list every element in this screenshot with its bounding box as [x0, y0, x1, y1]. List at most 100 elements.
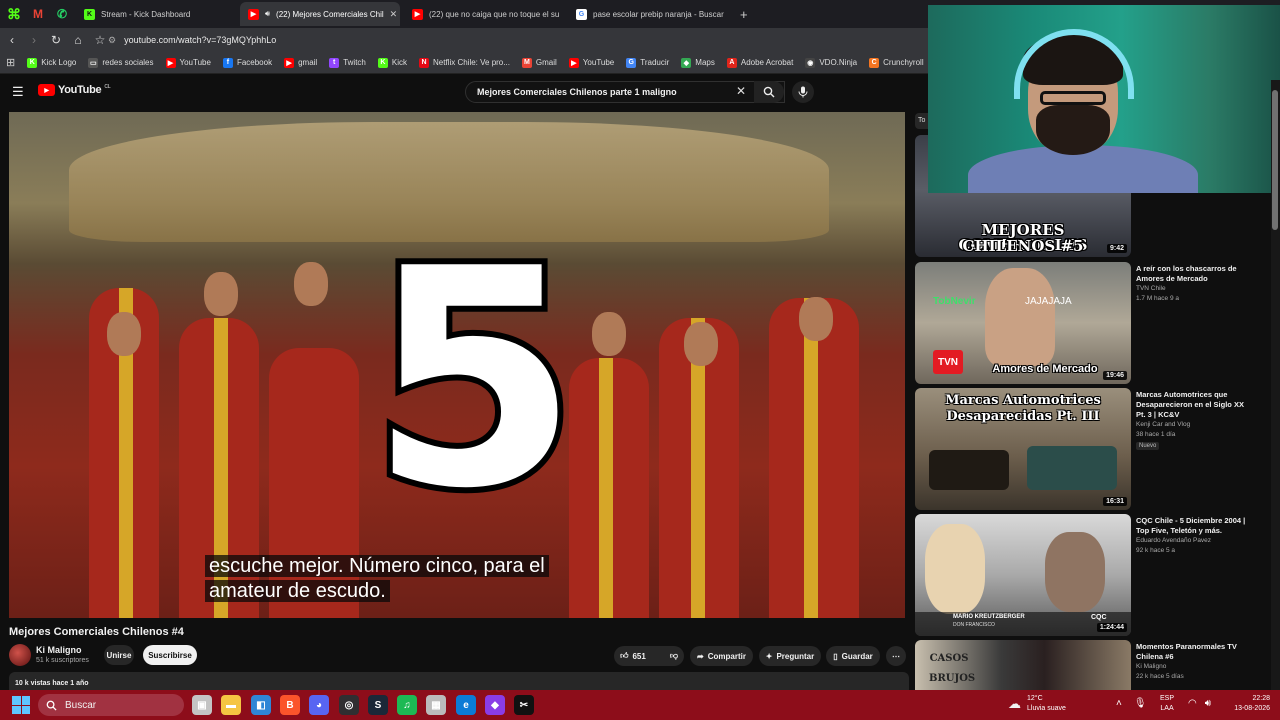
- spotify-icon[interactable]: ♫: [397, 695, 417, 715]
- chevron-up-icon[interactable]: ˄: [1116, 698, 1122, 709]
- cloud-rain-icon: ☁: [1008, 696, 1021, 711]
- more-actions-button[interactable]: ⋯: [886, 646, 906, 666]
- recommendation-title[interactable]: Momentos Paranormales TV Chilena #6: [1136, 642, 1254, 662]
- hamburger-menu-icon[interactable]: ☰: [12, 84, 24, 100]
- youtube-logo[interactable]: ▶ YouTube CL: [38, 84, 111, 96]
- file-explorer-icon[interactable]: ▬: [221, 695, 241, 715]
- bookmark-item[interactable]: ▶ YouTube: [160, 57, 217, 68]
- share-button[interactable]: ➦ Compartir: [690, 646, 753, 666]
- discord-icon[interactable]: ◕: [309, 695, 329, 715]
- bookmark-item[interactable]: C Crunchyroll: [863, 57, 929, 68]
- bookmark-item[interactable]: ▶ YouTube: [563, 57, 620, 68]
- bookmark-label: Netflix Chile: Ve pro...: [433, 58, 510, 67]
- bookmark-favicon-icon: G: [626, 57, 637, 68]
- back-icon[interactable]: ‹: [2, 30, 22, 50]
- weather-widget[interactable]: ☁ 12°C Lluvia suave: [1008, 694, 1066, 714]
- sparkle-icon: ✦: [765, 651, 773, 661]
- obs-icon[interactable]: ◎: [339, 695, 359, 715]
- voice-search-button[interactable]: [792, 81, 814, 103]
- video-player[interactable]: 5 escuche mejor. Número cinco, para el a…: [9, 112, 905, 618]
- tab-youtube-active[interactable]: ▶ 🔊︎ (22) Mejores Comerciales Chil ✕: [240, 2, 400, 26]
- recommendation-channel[interactable]: Kenji Car and Vlog: [1136, 421, 1190, 428]
- bookmark-item[interactable]: G Traducir: [620, 57, 675, 68]
- close-tab-icon[interactable]: ✕: [390, 9, 398, 20]
- like-button[interactable]: 👍︎ 651: [612, 646, 654, 666]
- lang-primary: ESP: [1160, 695, 1175, 702]
- vpn-icon[interactable]: ◆: [485, 695, 505, 715]
- home-icon[interactable]: ⌂: [68, 30, 88, 50]
- clear-search-icon[interactable]: ✕: [736, 84, 746, 98]
- ask-button[interactable]: ✦ Preguntar: [759, 646, 821, 666]
- task-view-icon[interactable]: ▣: [192, 695, 212, 715]
- thumbnail-person: [985, 268, 1055, 366]
- reload-icon[interactable]: ↻: [46, 30, 66, 50]
- tab-title: pase escolar prebip naranja - Buscar: [593, 9, 724, 19]
- volume-icon: 🔊︎: [1204, 698, 1212, 709]
- thumbnail-caption: CHILENOS #5: [962, 237, 1084, 255]
- dislike-button[interactable]: 👎︎: [662, 646, 686, 666]
- language-indicator[interactable]: ESP LAA: [1160, 694, 1174, 714]
- scrollbar-thumb[interactable]: [1272, 90, 1278, 230]
- tab-youtube-2[interactable]: ▶ (22) que no caiga que no toque el su: [404, 2, 564, 26]
- bookmark-item[interactable]: t Twitch: [323, 57, 372, 68]
- store-icon[interactable]: ◧: [251, 695, 271, 715]
- recommendation-title[interactable]: A reír con los chascarros de Amores de M…: [1136, 264, 1254, 284]
- bookmark-item[interactable]: ▶ gmail: [278, 57, 323, 68]
- app-icon[interactable]: ▦: [426, 695, 446, 715]
- site-info-icon[interactable]: ⚙: [108, 35, 116, 46]
- new-tab-button[interactable]: +: [732, 2, 752, 26]
- url-field[interactable]: ⚙ youtube.com/watch?v=73gMQYphhLo: [108, 31, 908, 49]
- network-volume-group[interactable]: ◠ 🔊︎: [1188, 698, 1211, 709]
- whatsapp-pinned-icon[interactable]: ✆: [52, 4, 72, 24]
- tab-google-search[interactable]: G pase escolar prebip naranja - Buscar: [568, 2, 728, 26]
- menu-icon[interactable]: ⌘: [4, 4, 24, 24]
- join-button[interactable]: Unirse: [104, 645, 134, 665]
- tab-kick-dashboard[interactable]: K Stream - Kick Dashboard: [76, 2, 236, 26]
- bookmark-item[interactable]: ◉ VDO.Ninja: [799, 57, 863, 68]
- bookmark-item[interactable]: N Netflix Chile: Ve pro...: [413, 57, 516, 68]
- forward-icon[interactable]: ›: [24, 30, 44, 50]
- bookmark-item[interactable]: K Kick: [372, 57, 413, 68]
- bookmark-label: Maps: [695, 58, 715, 67]
- gmail-pinned-icon[interactable]: M: [28, 4, 48, 24]
- recommendation-item[interactable]: Marcas Automotrices Desaparecidas Pt. II…: [915, 388, 1275, 510]
- recommendation-thumbnail[interactable]: CASOS BRUJOS: [915, 640, 1131, 690]
- start-button[interactable]: [12, 696, 30, 714]
- edge-icon[interactable]: e: [456, 695, 476, 715]
- recommendation-title[interactable]: CQC Chile - 5 Diciembre 2004 | Top Five,…: [1136, 516, 1254, 536]
- apps-grid-icon[interactable]: ⊞: [6, 56, 15, 69]
- brave-icon[interactable]: B: [280, 695, 300, 715]
- tab-title: (22) Mejores Comerciales Chil: [276, 9, 384, 19]
- bookmark-icon[interactable]: ☆: [90, 30, 110, 50]
- recommendation-channel[interactable]: TVN Chile: [1136, 285, 1166, 292]
- recommendation-thumbnail[interactable]: MARIO KREUTZBERGER DON FRANCISCO CQC 1:2…: [915, 514, 1131, 636]
- recommendation-item[interactable]: MARIO KREUTZBERGER DON FRANCISCO CQC 1:2…: [915, 514, 1275, 636]
- new-badge: Nuevo: [1136, 442, 1160, 450]
- channel-avatar[interactable]: [9, 644, 31, 666]
- subscribe-button[interactable]: Suscribirse: [143, 645, 197, 665]
- recommendation-item[interactable]: TobNevir JAJAJAJA TVN Amores de Mercado …: [915, 262, 1275, 384]
- recommendation-item[interactable]: CASOS BRUJOS Momentos Paranormales TV Ch…: [915, 640, 1275, 690]
- save-button[interactable]: ▯ Guardar: [826, 646, 880, 666]
- recommendation-thumbnail[interactable]: TobNevir JAJAJAJA TVN Amores de Mercado …: [915, 262, 1131, 384]
- bookmark-item[interactable]: ◆ Maps: [675, 57, 721, 68]
- channel-name[interactable]: Ki Maligno: [36, 645, 82, 655]
- network-icon: ◠: [1188, 698, 1197, 709]
- recommendation-channel[interactable]: Eduardo Avendaño Pavez: [1136, 537, 1211, 544]
- description-box[interactable]: 10 k vistas hace 1 año: [9, 672, 909, 690]
- bookmark-item[interactable]: f Facebook: [217, 57, 278, 68]
- recommendation-thumbnail[interactable]: Marcas Automotrices Desaparecidas Pt. II…: [915, 388, 1131, 510]
- capcut-icon[interactable]: ✂: [514, 695, 534, 715]
- recommendation-title[interactable]: Marcas Automotrices que Desaparecieron e…: [1136, 390, 1254, 420]
- taskbar-search[interactable]: Buscar: [38, 694, 184, 716]
- bookmark-item[interactable]: K Kick Logo: [21, 57, 82, 68]
- bookmark-item[interactable]: A Adobe Acrobat: [721, 57, 799, 68]
- youtube-icon: ▶: [412, 8, 423, 20]
- microphone-tray-icon[interactable]: 🎙︎: [1134, 698, 1147, 709]
- steam-icon[interactable]: S: [368, 695, 388, 715]
- bookmark-item[interactable]: M Gmail: [516, 57, 563, 68]
- search-button[interactable]: [754, 81, 784, 103]
- clock[interactable]: 22:28 13-08-2026: [1226, 694, 1270, 714]
- recommendation-channel[interactable]: Ki Maligno: [1136, 663, 1166, 670]
- bookmark-item[interactable]: ▭ redes sociales: [82, 57, 159, 68]
